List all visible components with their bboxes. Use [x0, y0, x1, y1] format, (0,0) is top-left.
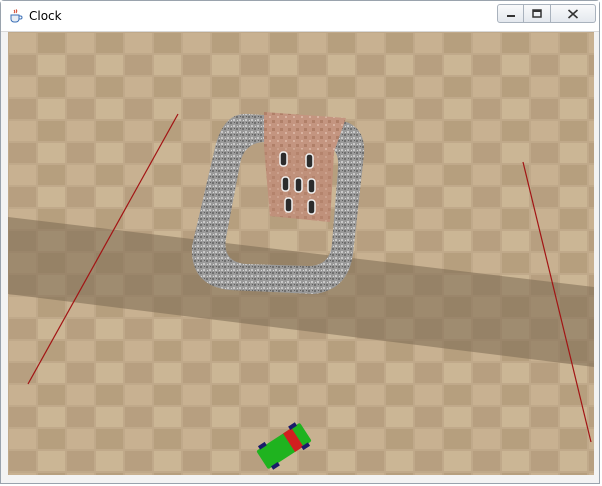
title-bar[interactable]: Clock [1, 1, 599, 32]
maximize-icon [532, 8, 542, 18]
window [294, 177, 303, 193]
minimize-icon [506, 14, 515, 17]
window [307, 199, 316, 215]
window [307, 178, 316, 194]
window [279, 151, 288, 167]
building-roof [264, 112, 346, 152]
scene-canvas [8, 32, 594, 475]
window-title: Clock [29, 9, 62, 23]
close-icon [567, 8, 579, 19]
window [281, 176, 290, 192]
close-button[interactable] [551, 4, 596, 23]
caption-buttons [497, 4, 596, 23]
minimize-button[interactable] [497, 4, 524, 23]
window [284, 197, 293, 213]
application-window: Clock [0, 0, 600, 484]
java-coffee-cup-icon[interactable] [8, 8, 24, 24]
maximize-button[interactable] [524, 4, 551, 23]
3d-viewport[interactable] [8, 32, 594, 475]
window [305, 153, 314, 169]
